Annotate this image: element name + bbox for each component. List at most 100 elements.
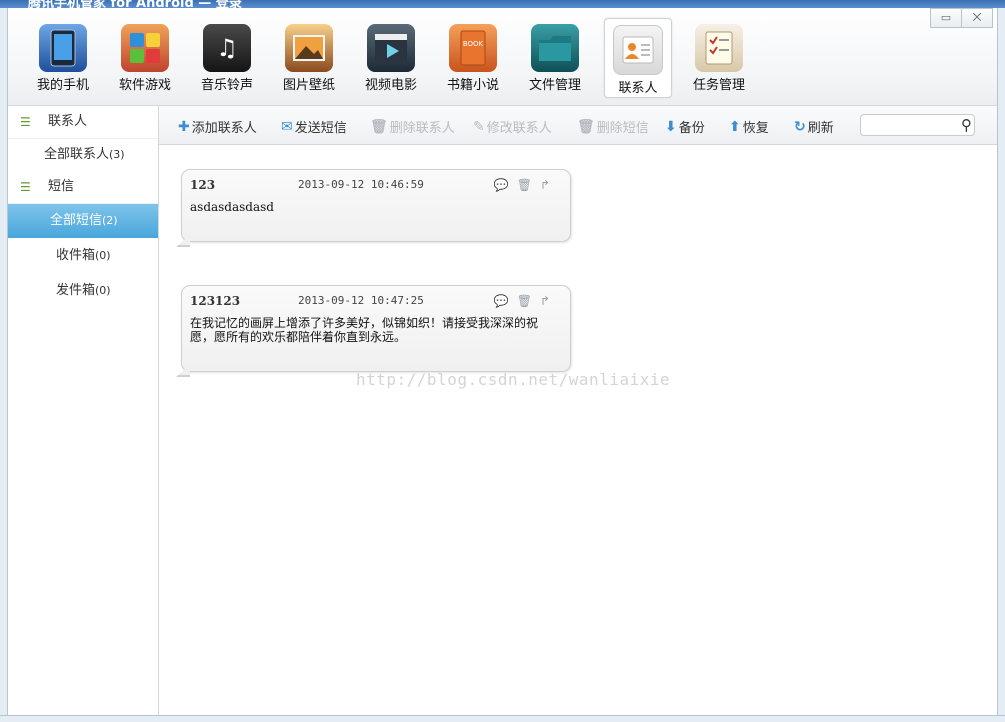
sidebar-group-label: 短信 bbox=[48, 179, 75, 194]
nav-contacts[interactable]: 联系人 bbox=[604, 18, 672, 98]
nav-music[interactable]: ♫ 音乐铃声 bbox=[194, 18, 260, 96]
message-list: 123 2013-09-12 10:46:59 💬 🗑 ↱ asdasdasda… bbox=[159, 145, 997, 715]
nav-files[interactable]: 文件管理 bbox=[522, 18, 588, 96]
nav-label: 文件管理 bbox=[528, 78, 581, 93]
message-time: 2013-09-12 10:46:59 bbox=[298, 178, 424, 191]
minimize-button[interactable]: ▭ bbox=[930, 8, 962, 28]
search-icon[interactable]: ⚲ bbox=[961, 115, 972, 135]
refresh-button[interactable]: ↻ 刷新 bbox=[794, 117, 834, 137]
sidebar-item-outbox[interactable]: 发件箱(0) bbox=[8, 273, 158, 308]
sidebar: ☰ 联系人 全部联系人(3) ☰ 短信 全部短信(2) 收件箱(0) 发件箱(0… bbox=[8, 106, 159, 715]
sidebar-group-label: 联系人 bbox=[48, 114, 88, 129]
trash-icon[interactable]: 🗑 bbox=[517, 178, 532, 192]
trash-icon: 🗑 bbox=[577, 118, 595, 135]
message-text: 在我记忆的画屏上增添了许多美好，似锦如织！请接受我深深的祝愿，愿所有的欢乐都陪伴… bbox=[190, 316, 539, 344]
nav-pictures[interactable]: 图片壁纸 bbox=[276, 18, 342, 96]
nav-label: 视频电影 bbox=[364, 78, 417, 93]
sidebar-item-inbox[interactable]: 收件箱(0) bbox=[8, 238, 158, 273]
message-actions: 💬 🗑 ↱ bbox=[494, 178, 550, 192]
sidebar-item-count: (0) bbox=[95, 284, 111, 297]
pencil-icon: ✎ bbox=[473, 118, 485, 135]
toolbar: ✚ 添加联系人 ✉ 发送短信 🗑 删除联系人 ✎ 修改联系人 🗑 删除短信 ⬇ … bbox=[159, 106, 997, 145]
arrow-up-icon: ⬆ bbox=[729, 118, 741, 135]
music-icon: ♫ bbox=[203, 24, 251, 72]
message-bubble[interactable]: 123 2013-09-12 10:46:59 💬 🗑 ↱ asdasdasda… bbox=[176, 169, 571, 247]
window-titlebar: 腾讯手机管家 for Android — 登录 bbox=[0, 0, 1005, 8]
nav-label: 我的手机 bbox=[36, 78, 89, 93]
add-contact-button[interactable]: ✚ 添加联系人 bbox=[178, 117, 257, 137]
folder-icon bbox=[531, 24, 579, 72]
nav-label: 任务管理 bbox=[692, 78, 745, 93]
nav-books[interactable]: BOOK 书籍小说 bbox=[440, 18, 506, 96]
task-icon bbox=[695, 24, 743, 72]
nav-apps-games[interactable]: 软件游戏 bbox=[112, 18, 178, 96]
sidebar-item-all-sms[interactable]: 全部短信(2) bbox=[8, 204, 158, 238]
nav-label: 软件游戏 bbox=[118, 78, 171, 93]
refresh-label: 刷新 bbox=[807, 121, 834, 136]
phone-icon bbox=[39, 24, 87, 72]
refresh-icon: ↻ bbox=[794, 118, 806, 135]
message-sender: 123123 bbox=[190, 294, 241, 308]
list-icon: ☰ bbox=[20, 180, 31, 194]
reply-icon[interactable]: 💬 bbox=[494, 178, 509, 192]
mail-icon: ✉ bbox=[281, 118, 293, 135]
add-contact-label: 添加联系人 bbox=[191, 121, 257, 136]
reply-icon[interactable]: 💬 bbox=[494, 294, 509, 308]
nav-label: 音乐铃声 bbox=[200, 78, 253, 93]
top-navigation: 我的手机 软件游戏 ♫ 音乐铃声 图片壁纸 视频电影 BOOK 书籍小说 文件管… bbox=[8, 8, 997, 106]
sidebar-item-label: 发件箱 bbox=[56, 283, 96, 298]
window-bottom-border bbox=[0, 715, 1005, 722]
send-sms-label: 发送短信 bbox=[294, 121, 347, 136]
nav-videos[interactable]: 视频电影 bbox=[358, 18, 424, 96]
window-title: 腾讯手机管家 for Android — 登录 bbox=[28, 0, 242, 8]
picture-icon bbox=[285, 24, 333, 72]
restore-button[interactable]: ⬆ 恢复 bbox=[729, 117, 769, 137]
message-actions: 💬 🗑 ↱ bbox=[494, 294, 550, 308]
sidebar-group-contacts[interactable]: ☰ 联系人 bbox=[8, 106, 158, 139]
window-right-border bbox=[997, 8, 1005, 722]
list-icon: ☰ bbox=[20, 115, 31, 129]
forward-icon[interactable]: ↱ bbox=[540, 294, 550, 308]
arrow-down-icon: ⬇ bbox=[665, 118, 677, 135]
search-input[interactable] bbox=[865, 117, 957, 135]
sidebar-item-label: 收件箱 bbox=[56, 248, 96, 263]
message-time: 2013-09-12 10:47:25 bbox=[298, 294, 424, 307]
edit-contact-label: 修改联系人 bbox=[486, 121, 552, 136]
window-controls: ▭ ⨉ bbox=[930, 8, 993, 28]
send-sms-button[interactable]: ✉ 发送短信 bbox=[281, 117, 347, 137]
nav-tasks[interactable]: 任务管理 bbox=[686, 18, 752, 96]
bubble-tail bbox=[178, 365, 190, 375]
backup-label: 备份 bbox=[678, 121, 705, 136]
svg-text:BOOK: BOOK bbox=[463, 40, 484, 48]
nav-label: 联系人 bbox=[618, 81, 658, 96]
backup-button[interactable]: ⬇ 备份 bbox=[665, 117, 705, 137]
message-bubble[interactable]: 123123 2013-09-12 10:47:25 💬 🗑 ↱ 在我记忆的画屏… bbox=[176, 285, 571, 377]
message-sender: 123 bbox=[190, 178, 216, 192]
delete-sms-button[interactable]: 🗑 删除短信 bbox=[577, 117, 649, 137]
sidebar-item-count: (2) bbox=[102, 214, 118, 227]
restore-label: 恢复 bbox=[742, 121, 769, 136]
app-window: 我的手机 软件游戏 ♫ 音乐铃声 图片壁纸 视频电影 BOOK 书籍小说 文件管… bbox=[8, 8, 997, 715]
video-icon bbox=[367, 24, 415, 72]
bubble-tail bbox=[178, 235, 190, 245]
delete-contact-button[interactable]: 🗑 删除联系人 bbox=[370, 117, 455, 137]
sidebar-item-all-contacts[interactable]: 全部联系人(3) bbox=[8, 139, 158, 171]
sidebar-item-label: 全部短信 bbox=[50, 213, 103, 228]
trash-icon[interactable]: 🗑 bbox=[517, 294, 532, 308]
sidebar-group-sms[interactable]: ☰ 短信 bbox=[8, 171, 158, 204]
forward-icon[interactable]: ↱ bbox=[540, 178, 550, 192]
book-icon: BOOK bbox=[449, 24, 497, 72]
close-button[interactable]: ⨉ bbox=[961, 8, 993, 28]
nav-label: 书籍小说 bbox=[446, 78, 499, 93]
trash-icon: 🗑 bbox=[370, 118, 388, 135]
delete-sms-label: 删除短信 bbox=[596, 121, 649, 136]
contact-icon bbox=[613, 25, 663, 75]
search-box[interactable]: ⚲ bbox=[860, 114, 975, 136]
nav-my-phone[interactable]: 我的手机 bbox=[30, 18, 96, 96]
nav-label: 图片壁纸 bbox=[282, 78, 335, 93]
apps-icon bbox=[121, 24, 169, 72]
message-text: asdasdasdasd bbox=[190, 200, 274, 214]
watermark: http://blog.csdn.net/wanliaixie bbox=[356, 370, 671, 389]
edit-contact-button[interactable]: ✎ 修改联系人 bbox=[473, 117, 552, 137]
window-left-border bbox=[0, 8, 8, 722]
